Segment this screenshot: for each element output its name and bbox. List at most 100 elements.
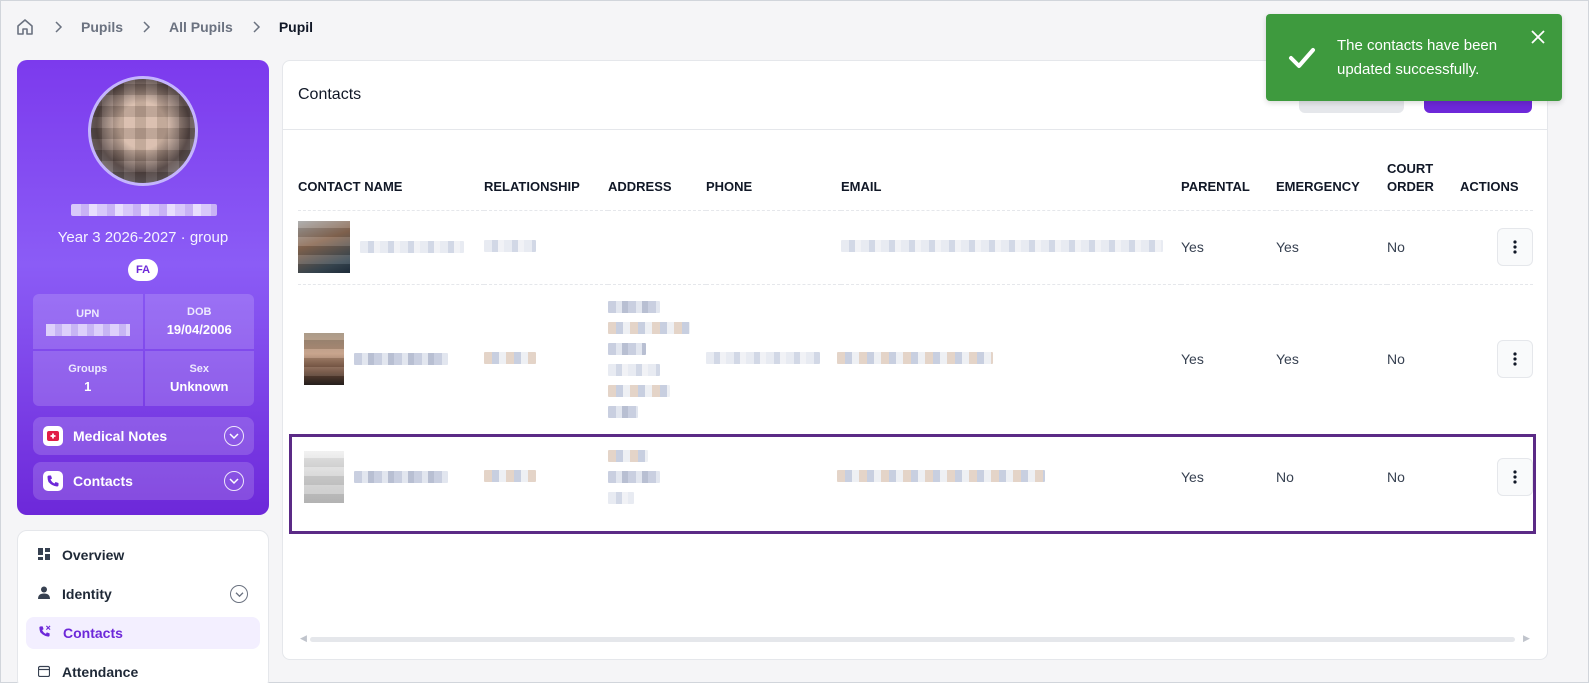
address-cell (608, 283, 706, 434)
column-header: Court Order (1387, 161, 1434, 195)
redacted-text (354, 471, 448, 484)
profile-card: Year 3 2026-2027 · group FA UPN DOB 19/0… (17, 60, 269, 515)
nav-item-identity[interactable]: Identity (26, 578, 260, 610)
more-actions-button[interactable] (1497, 458, 1533, 497)
breadcrumb: Pupils All Pupils Pupil (15, 15, 313, 39)
address-cell (608, 209, 706, 284)
breadcrumb-all-pupils[interactable]: All Pupils (169, 19, 233, 35)
chevron-down-icon[interactable] (224, 426, 244, 446)
close-icon[interactable] (1530, 29, 1546, 45)
medical-icon (43, 426, 63, 446)
court-order-cell: No (1387, 433, 1460, 520)
horizontal-scrollbar[interactable] (310, 637, 1515, 642)
parental-cell: Yes (1181, 283, 1276, 434)
contact-photo (298, 221, 350, 273)
toast-message: The contacts have been updated successfu… (1337, 36, 1498, 78)
court-order-cell: No (1387, 209, 1460, 284)
redacted-text (706, 352, 820, 364)
redacted-text (837, 470, 1045, 483)
column-header: Email (841, 179, 882, 195)
emergency-cell: Yes (1276, 209, 1387, 284)
chevron-right-icon (141, 21, 151, 33)
home-icon[interactable] (15, 17, 35, 37)
stat-dob: DOB 19/04/2006 (144, 294, 254, 349)
relationship-cell (484, 283, 608, 434)
relationship-cell (484, 433, 608, 520)
calendar-icon (37, 664, 51, 680)
contact-photo (304, 451, 344, 504)
accordion-label: Contacts (73, 473, 133, 489)
breadcrumb-pupils[interactable]: Pupils (81, 19, 123, 35)
column-header: Address (608, 179, 672, 195)
redacted-text (608, 450, 648, 463)
actions-cell (1460, 283, 1533, 434)
parental-cell: Yes (1181, 209, 1276, 284)
column-header: Phone (706, 179, 753, 195)
scroll-left-icon[interactable]: ◀ (300, 633, 307, 644)
scroll-right-icon[interactable]: ▶ (1523, 633, 1530, 644)
table-row[interactable]: Yes Yes No (298, 283, 1533, 434)
more-actions-button[interactable] (1497, 340, 1533, 378)
chevron-right-icon (251, 21, 261, 33)
redacted-text (354, 353, 448, 365)
email-cell (837, 433, 1181, 520)
phone-icon (38, 625, 51, 641)
contacts-accordion[interactable]: Contacts (33, 462, 254, 500)
contact-name-cell (298, 283, 484, 434)
more-actions-button[interactable] (1497, 228, 1533, 266)
redacted-text (608, 492, 634, 505)
nav-item-overview[interactable]: Overview (26, 539, 260, 571)
column-header: Contact Name (298, 179, 403, 195)
nav-label: Contacts (63, 625, 123, 641)
redacted-text (608, 384, 670, 397)
emergency-cell: No (1276, 433, 1387, 520)
address-cell (608, 433, 706, 520)
redacted-text (841, 240, 1163, 252)
breadcrumb-current: Pupil (278, 19, 314, 35)
redacted-text (608, 300, 660, 313)
person-icon (38, 586, 50, 602)
contact-photo (304, 333, 344, 385)
redacted-text (360, 241, 464, 253)
pupil-name-redacted (71, 204, 217, 216)
stat-groups: Groups 1 (33, 351, 143, 406)
accordion-label: Medical Notes (73, 428, 168, 444)
avatar (88, 76, 198, 186)
nav-label: Attendance (62, 664, 139, 680)
chevron-down-icon[interactable] (224, 471, 244, 491)
email-cell (841, 209, 1181, 284)
nav-item-attendance[interactable]: Attendance (26, 656, 260, 683)
table-row[interactable]: Yes Yes No (298, 209, 1533, 284)
emergency-cell: Yes (1276, 283, 1387, 434)
stat-label: UPN (76, 307, 100, 320)
chevron-right-icon (53, 21, 63, 33)
contact-name-cell (298, 209, 484, 284)
kebab-icon (1513, 240, 1517, 254)
redacted-text (608, 471, 660, 484)
nav-label: Overview (62, 547, 125, 563)
nav-label: Identity (62, 586, 112, 602)
kebab-icon (1513, 352, 1517, 366)
redacted-text (484, 240, 536, 252)
kebab-icon (1513, 470, 1517, 484)
nav-item-contacts[interactable]: Contacts (26, 617, 260, 649)
column-header: Emergency (1276, 179, 1360, 195)
medical-notes-accordion[interactable]: Medical Notes (33, 417, 254, 455)
contacts-table: Contact Name Relationship Address Phone … (298, 157, 1533, 520)
parental-cell: Yes (1181, 433, 1276, 520)
email-cell (837, 283, 1181, 434)
contacts-panel: Contacts Contact Name Relationship Addre… (282, 60, 1548, 660)
redacted-text (608, 321, 690, 334)
chevron-down-icon[interactable] (230, 585, 248, 603)
table-header-row: Contact Name Relationship Address Phone … (298, 157, 1533, 210)
column-header: Parental (1181, 179, 1250, 195)
table-row[interactable]: Yes No No (298, 433, 1533, 520)
phone-icon (43, 471, 63, 491)
column-header: Actions (1460, 179, 1519, 195)
court-order-cell: No (1387, 283, 1460, 434)
success-toast: The contacts have been updated successfu… (1266, 14, 1562, 101)
status-badge: FA (128, 259, 158, 281)
actions-cell (1460, 433, 1533, 520)
stat-value: 1 (84, 379, 92, 394)
relationship-cell (484, 209, 608, 284)
